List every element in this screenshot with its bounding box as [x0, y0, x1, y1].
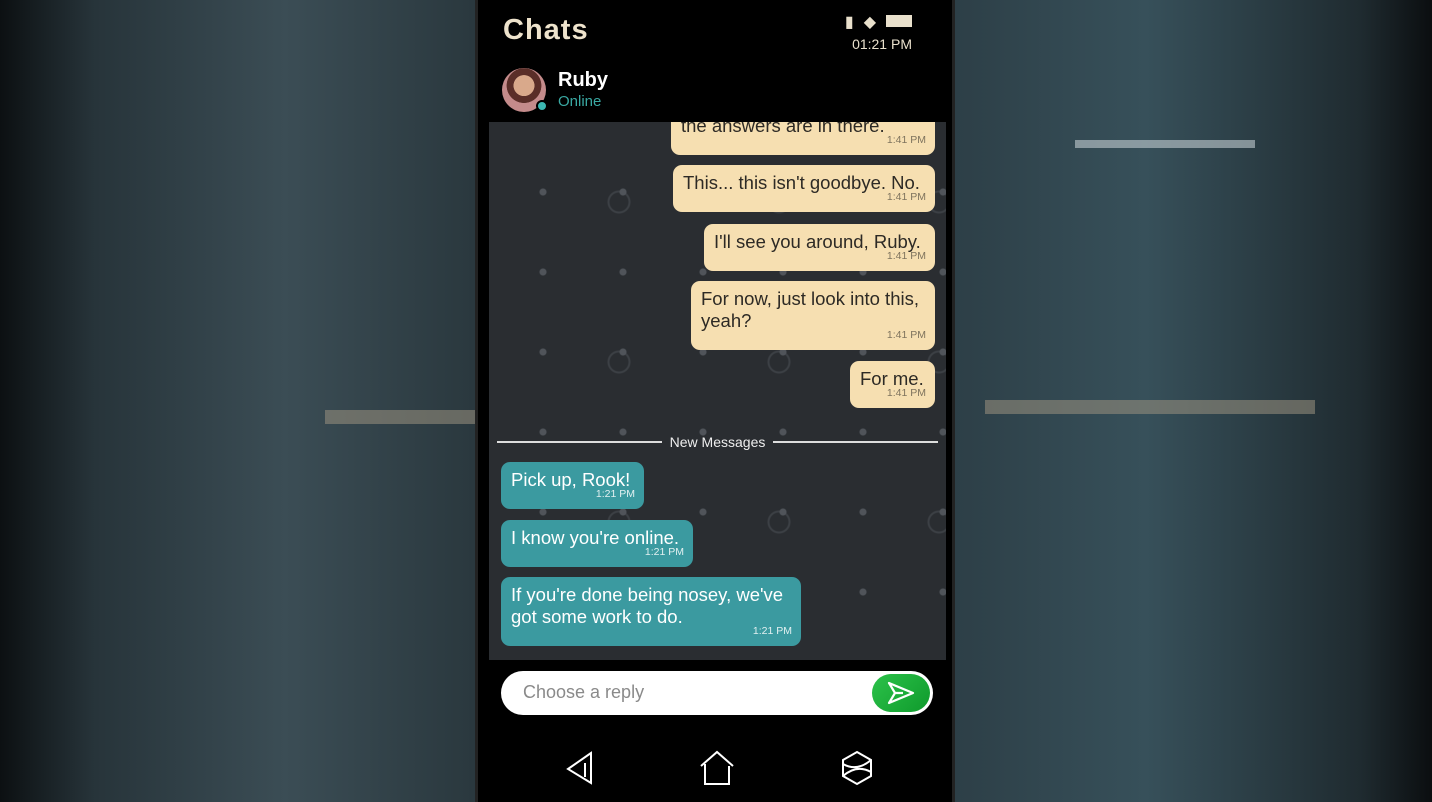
desk — [325, 410, 475, 424]
send-button[interactable] — [872, 674, 930, 712]
home-icon — [700, 750, 734, 785]
back-icon — [566, 751, 592, 785]
message-time: 1:41 PM — [886, 191, 926, 203]
back-button[interactable] — [560, 748, 600, 788]
message-time: 1:41 PM — [886, 250, 926, 262]
message-bubble: If you're done being nosey, we've got so… — [501, 577, 801, 646]
clock: 01:21 PM — [852, 36, 912, 52]
reply-field[interactable] — [501, 671, 933, 715]
message-bubble: Pick up, Rook! 1:21 PM — [501, 462, 644, 509]
home-button[interactable] — [697, 748, 737, 788]
chat-area[interactable]: the answers are in there. 1:41 PM This...… — [489, 122, 946, 660]
ceiling-light — [1075, 140, 1255, 148]
avatar[interactable] — [502, 68, 548, 112]
message-time: 1:41 PM — [886, 387, 926, 399]
page-title: Chats — [503, 14, 589, 46]
wifi-icon: ◆ — [863, 14, 876, 31]
reply-input[interactable] — [523, 682, 853, 703]
send-icon — [887, 681, 915, 705]
divider-label: New Messages — [669, 434, 766, 450]
online-indicator — [536, 100, 548, 112]
contact-name: Ruby — [558, 69, 608, 91]
message-bubble: For me. 1:41 PM — [850, 361, 935, 408]
recents-icon — [842, 750, 872, 786]
signal-icon: ▮ — [844, 14, 854, 31]
background-office-right — [955, 0, 1432, 802]
contact-status: Online — [558, 93, 602, 110]
message-bubble: This... this isn't goodbye. No. 1:41 PM — [673, 165, 935, 212]
message-bubble: the answers are in there. 1:41 PM — [671, 122, 935, 155]
message-bubble: For now, just look into this, yeah? 1:41 … — [691, 281, 935, 350]
background-office-left — [0, 0, 475, 802]
phone-screen: Chats ▮ ◆ 01:21 PM Ruby Online the answer… — [475, 0, 955, 802]
message-time: 1:21 PM — [752, 625, 792, 637]
desk — [985, 400, 1315, 414]
message-time: 1:41 PM — [886, 134, 926, 146]
battery-icon — [886, 15, 912, 27]
message-time: 1:21 PM — [595, 488, 635, 500]
message-time: 1:41 PM — [886, 329, 926, 341]
recents-button[interactable] — [837, 748, 877, 788]
status-bar: ▮ ◆ 01:21 PM — [845, 12, 912, 52]
message-time: 1:21 PM — [644, 546, 684, 558]
new-messages-divider: New Messages — [497, 434, 939, 450]
message-text: If you're done being nosey, we've got so… — [511, 584, 784, 627]
message-bubble: I'll see you around, Ruby. 1:41 PM — [704, 224, 935, 271]
message-bubble: I know you're online. 1:21 PM — [501, 520, 693, 567]
